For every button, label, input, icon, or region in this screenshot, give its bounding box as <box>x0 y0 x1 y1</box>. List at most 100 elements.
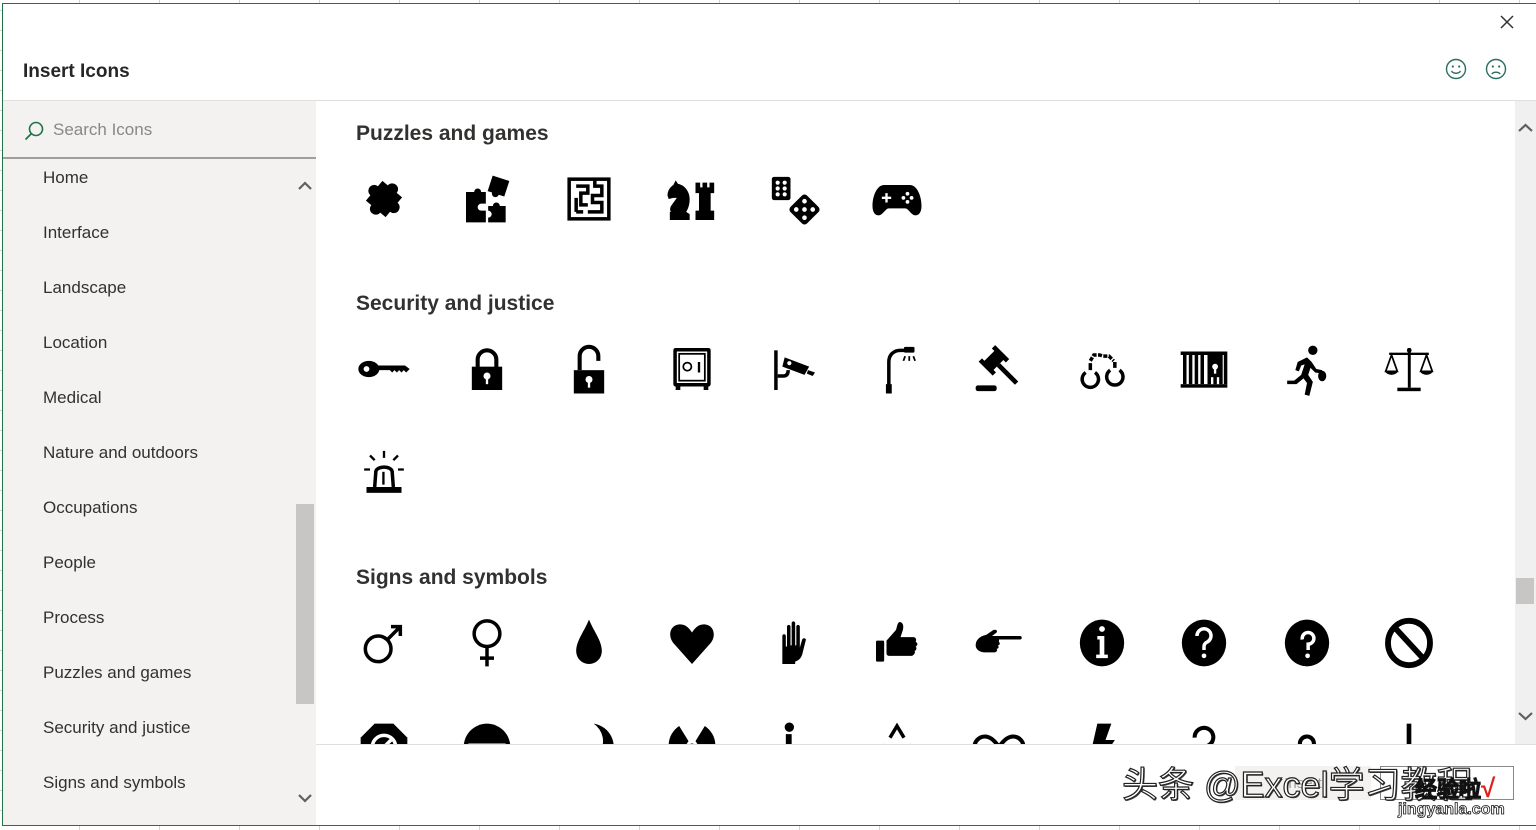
icon-tile-no-entry[interactable] <box>436 715 539 744</box>
icon-tile-heart[interactable] <box>641 611 744 715</box>
icon-tile-lock-closed[interactable] <box>436 337 539 441</box>
droplet-icon <box>576 619 602 664</box>
octagon-no-icon <box>360 723 408 744</box>
smiley-face-icon <box>1445 58 1467 80</box>
icon-tile-thumbs-up[interactable] <box>846 611 949 715</box>
sidebar-item-home[interactable]: Home <box>3 159 293 205</box>
infinity-icon <box>972 734 1026 744</box>
icon-tile-prohibited[interactable] <box>1358 611 1461 715</box>
gavel-icon <box>975 345 1019 392</box>
icon-tile-handcuffs[interactable] <box>1051 337 1154 441</box>
icon-tile-hook-question-circle[interactable] <box>1256 611 1359 715</box>
icon-tile-maze[interactable] <box>538 167 641 271</box>
icon-tile-pointing-hand[interactable] <box>948 611 1051 715</box>
sidebar-item-puzzles-and-games[interactable]: Puzzles and games <box>3 645 293 700</box>
icon-tile-scales-of-justice[interactable] <box>1358 337 1461 441</box>
category-list: Home Interface Landscape Location Medical Nat… <box>3 159 293 825</box>
close-button[interactable] <box>1497 12 1517 32</box>
icon-tile-question-circle[interactable] <box>1153 611 1256 715</box>
smile-feedback-button[interactable] <box>1444 57 1468 81</box>
icon-tile-key[interactable] <box>333 337 436 441</box>
icon-tile-hook-question-mark[interactable] <box>1256 715 1359 744</box>
chevron-up-icon[interactable] <box>1518 123 1533 133</box>
category-scrollbar-thumb[interactable] <box>296 504 314 704</box>
gallery-scrollbar[interactable] <box>1515 101 1536 744</box>
icon-tile-recycle[interactable] <box>846 715 949 744</box>
icon-tile-gavel[interactable] <box>948 337 1051 441</box>
search-input[interactable] <box>53 117 293 143</box>
safe-icon <box>672 348 711 390</box>
icon-grid <box>316 337 1461 545</box>
icon-tile-game-controller[interactable] <box>846 167 949 271</box>
game-controller-icon <box>872 185 921 216</box>
information-circle-icon <box>1079 619 1124 667</box>
icon-tile-siren-alarm[interactable] <box>333 441 436 545</box>
icon-tile-puzzle-piece[interactable] <box>333 167 436 271</box>
icon-tile-security-camera[interactable] <box>743 337 846 441</box>
icon-tile-crescent-moon[interactable] <box>538 715 641 744</box>
scales-of-justice-icon <box>1384 348 1434 392</box>
category-list-items: Home Interface Landscape Location Medical Nat… <box>3 159 293 810</box>
male-symbol-icon <box>363 624 403 664</box>
icon-tile-chess-pieces[interactable] <box>641 167 744 271</box>
chevron-up-icon[interactable] <box>298 181 312 191</box>
sidebar-item-medical[interactable]: Medical <box>3 370 293 425</box>
lock-closed-icon <box>471 348 502 390</box>
section-heading: Signs and symbols <box>356 566 548 589</box>
icon-tile-wheelchair[interactable] <box>743 715 846 744</box>
insert-icons-dialog: Insert Icons Search Icons Home Interface… <box>2 3 1536 826</box>
no-entry-icon <box>463 723 510 744</box>
prohibited-icon <box>1385 617 1433 669</box>
icon-tile-droplet[interactable] <box>538 611 641 715</box>
icon-tile-female-symbol[interactable] <box>436 611 539 715</box>
icon-tile-robber-running[interactable] <box>1256 337 1359 441</box>
section-security-and-justice: Security and justice <box>316 271 1515 545</box>
sidebar-item-people[interactable]: People <box>3 535 293 590</box>
icon-tile-dice[interactable] <box>743 167 846 271</box>
icon-tile-question-mark[interactable] <box>1153 715 1256 744</box>
security-camera-icon <box>774 350 815 390</box>
sidebar-item-security-and-justice[interactable]: Security and justice <box>3 700 293 755</box>
icon-tile-jail-cell[interactable] <box>1153 337 1256 441</box>
maze-icon <box>567 177 611 221</box>
chevron-down-icon[interactable] <box>298 793 312 803</box>
icon-tile-male-symbol[interactable] <box>333 611 436 715</box>
icon-tile-exclamation-mark[interactable] <box>1358 715 1461 744</box>
chevron-down-icon[interactable] <box>1518 711 1533 721</box>
heart-icon <box>669 624 714 664</box>
thumbs-up-icon <box>875 622 917 662</box>
icon-tile-street-lamp[interactable] <box>846 337 949 441</box>
street-lamp-icon <box>885 346 916 394</box>
icon-tile-safe[interactable] <box>641 337 744 441</box>
sidebar-item-process[interactable]: Process <box>3 590 293 645</box>
sidebar-item-location[interactable]: Location <box>3 315 293 370</box>
sidebar-item-interface[interactable]: Interface <box>3 205 293 260</box>
handcuffs-icon <box>1079 353 1125 390</box>
icon-tile-information-circle[interactable] <box>1051 611 1154 715</box>
icon-tile-infinity[interactable] <box>948 715 1051 744</box>
raised-hand-icon <box>782 621 806 664</box>
female-symbol-icon <box>471 619 502 667</box>
dialog-title: Insert Icons <box>23 61 130 82</box>
icon-gallery: Puzzles and games Security and justice Sig… <box>316 101 1515 744</box>
icon-tile-lock-open[interactable] <box>538 337 641 441</box>
radiation-icon <box>668 726 715 744</box>
sidebar-item-occupations[interactable]: Occupations <box>3 480 293 535</box>
gallery-scrollbar-thumb[interactable] <box>1516 578 1534 604</box>
puzzle-pieces-icon <box>465 175 509 223</box>
sidebar-item-landscape[interactable]: Landscape <box>3 260 293 315</box>
sidebar-item-nature-and-outdoors[interactable]: Nature and outdoors <box>3 425 293 480</box>
category-scrollbar[interactable] <box>296 158 314 825</box>
sidebar-item-signs-and-symbols[interactable]: Signs and symbols <box>3 755 293 810</box>
icon-tile-puzzle-pieces[interactable] <box>436 167 539 271</box>
frown-feedback-button[interactable] <box>1484 57 1508 81</box>
icon-tile-lightning-bolt[interactable] <box>1051 715 1154 744</box>
pointing-hand-icon <box>975 629 1022 653</box>
cancel-button[interactable] <box>1380 766 1514 800</box>
icon-tile-octagon-no[interactable] <box>333 715 436 744</box>
insert-button[interactable]: Insert <box>1235 766 1371 800</box>
hook-question-mark-icon <box>1297 734 1316 744</box>
hook-question-circle-icon <box>1284 619 1329 667</box>
icon-tile-raised-hand[interactable] <box>743 611 846 715</box>
icon-tile-radiation[interactable] <box>641 715 744 744</box>
